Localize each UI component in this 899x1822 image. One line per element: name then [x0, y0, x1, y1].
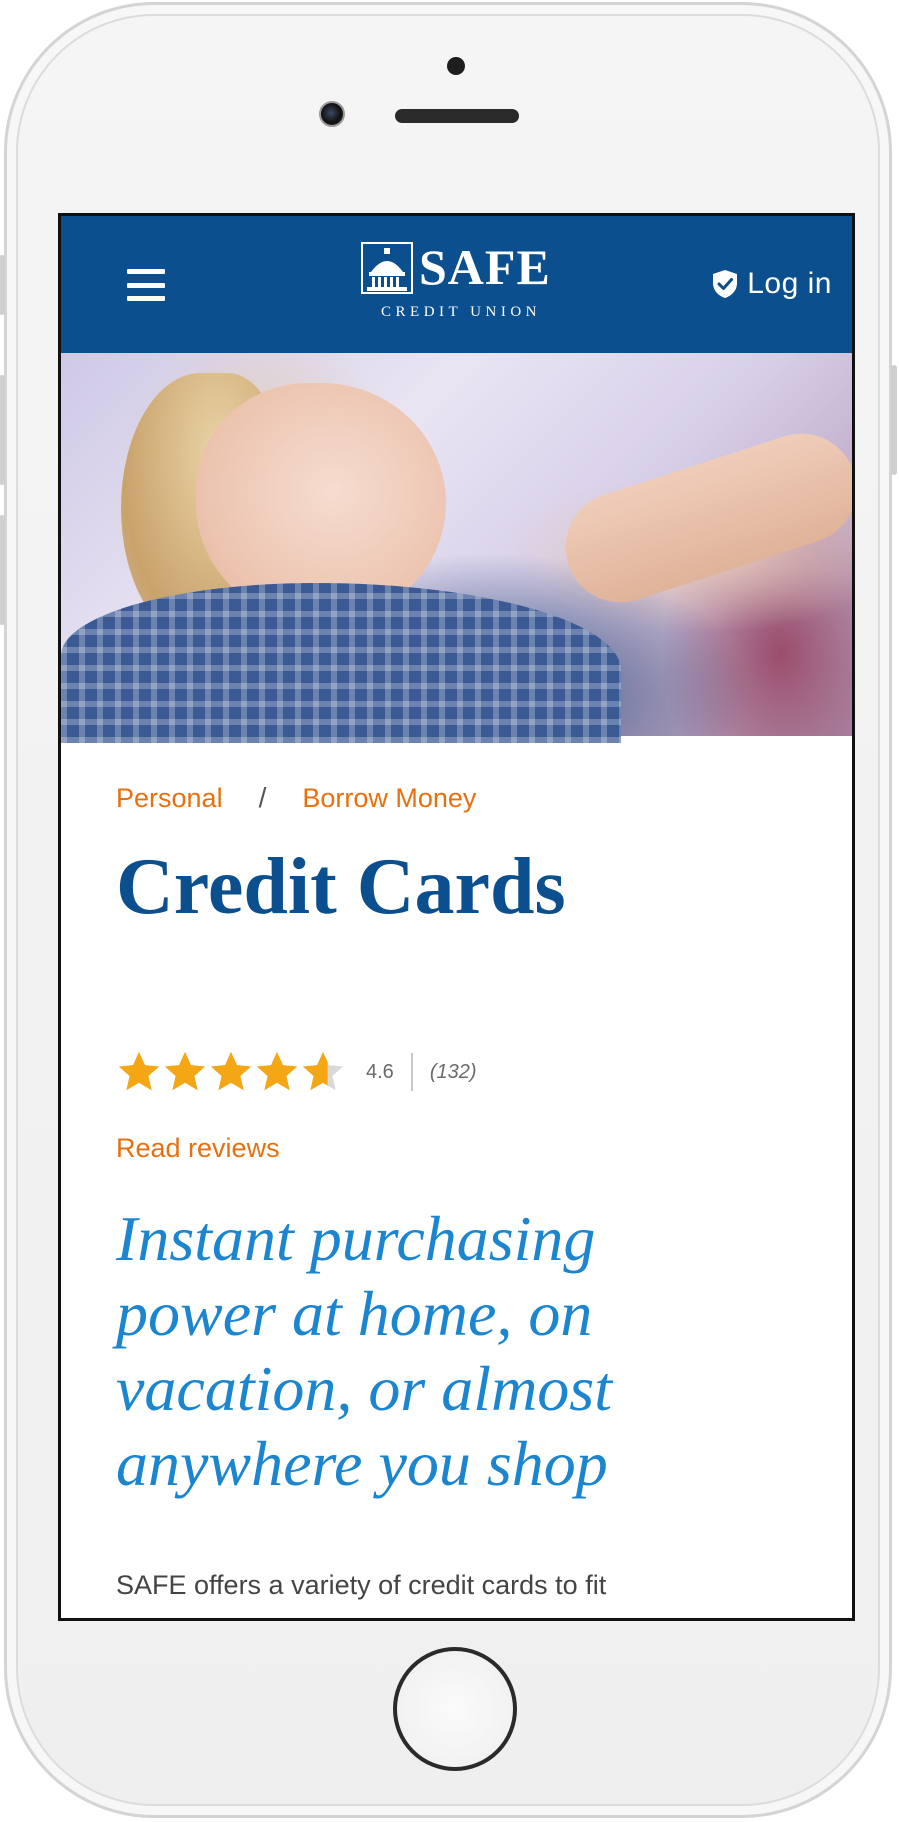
capitol-dome-icon — [361, 242, 413, 294]
breadcrumb: Personal / Borrow Money — [116, 782, 476, 814]
front-camera — [319, 101, 345, 127]
logo-wordmark: SAFE — [419, 239, 551, 295]
star-icon — [164, 1051, 206, 1091]
hero-shirt-shape — [61, 583, 621, 743]
tagline-line: power at home, on — [116, 1278, 593, 1349]
star-rating[interactable] — [116, 1049, 346, 1095]
tagline-line: vacation, or almost — [116, 1353, 612, 1424]
rating-value: 4.6 — [366, 1060, 394, 1083]
safe-logo[interactable]: SAFE CREDIT UNION — [361, 240, 561, 330]
intro-paragraph: SAFE offers a variety of credit cards to… — [116, 1570, 607, 1600]
tagline: Instant purchasing power at home, on vac… — [116, 1201, 816, 1501]
power-button — [891, 365, 897, 475]
volume-up-button — [0, 375, 5, 485]
tagline-line: anywhere you shop — [116, 1428, 608, 1499]
login-label: Log in — [747, 267, 832, 300]
page-title: Credit Cards — [116, 843, 566, 931]
home-button[interactable] — [393, 1647, 517, 1771]
tagline-line: Instant purchasing — [116, 1203, 596, 1274]
phone-frame: SAFE CREDIT UNION Log in Personal / Borr… — [0, 2, 897, 1818]
earpiece-speaker — [395, 109, 519, 123]
hero-image — [61, 353, 852, 743]
top-navbar: SAFE CREDIT UNION Log in — [61, 216, 852, 353]
star-icon — [256, 1051, 298, 1091]
login-button[interactable]: Log in — [712, 266, 832, 302]
hero-arm-shape — [551, 419, 852, 617]
rating-count: (132) — [429, 1060, 477, 1083]
hamburger-menu-icon[interactable] — [127, 269, 165, 301]
star-icon — [118, 1051, 160, 1091]
read-reviews-link[interactable]: Read reviews — [116, 1133, 280, 1164]
breadcrumb-borrow-money[interactable]: Borrow Money — [302, 783, 476, 814]
shield-check-icon — [713, 270, 738, 298]
proximity-sensor — [447, 57, 465, 75]
phone-screen: SAFE CREDIT UNION Log in Personal / Borr… — [58, 213, 855, 1621]
breadcrumb-personal[interactable]: Personal — [116, 783, 223, 814]
rating-summary: 4.6 (132) — [116, 1046, 477, 1098]
mute-switch — [0, 255, 5, 315]
star-icon — [302, 1051, 344, 1091]
logo-subtitle: CREDIT UNION — [381, 304, 541, 320]
volume-down-button — [0, 515, 5, 625]
breadcrumb-separator: / — [258, 782, 267, 813]
star-icon — [210, 1051, 252, 1091]
rating-divider — [410, 1053, 413, 1091]
